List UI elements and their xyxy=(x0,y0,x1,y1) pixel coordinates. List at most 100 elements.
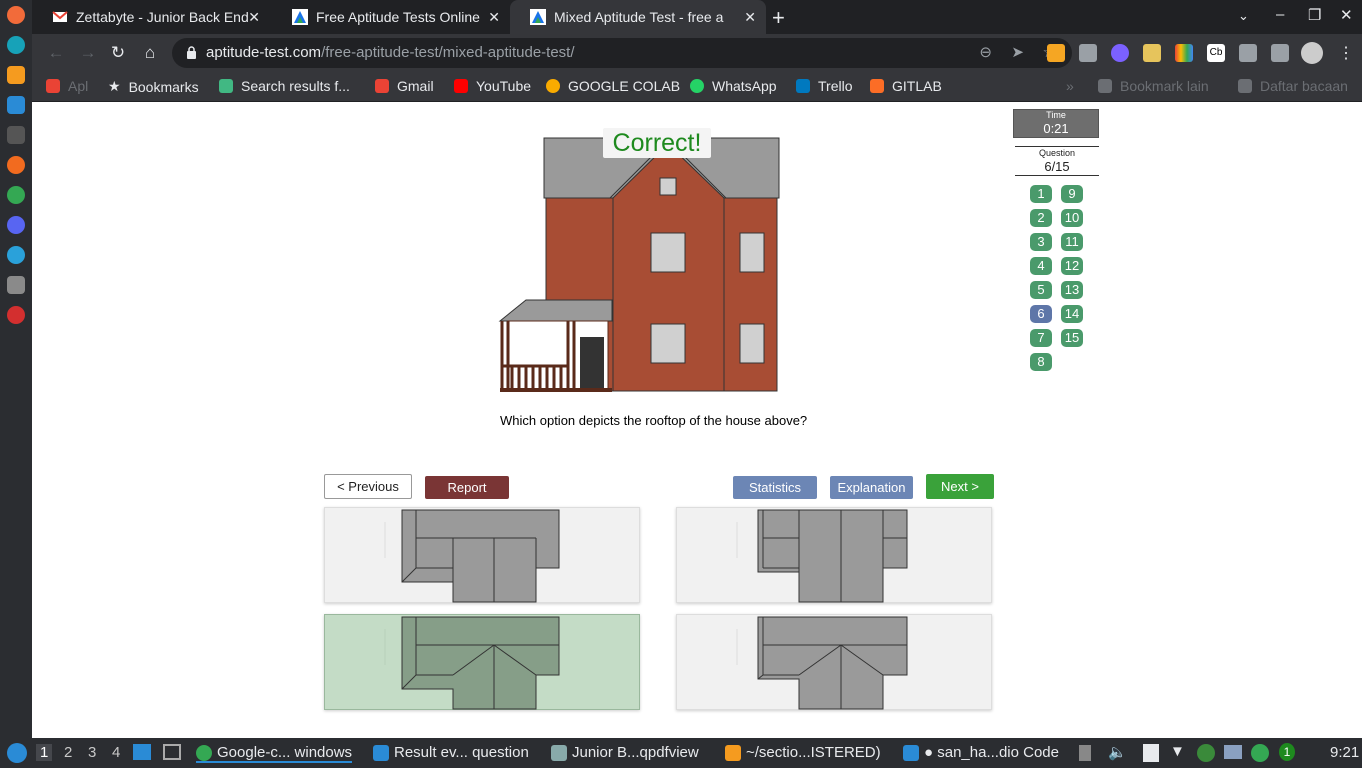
other-bookmarks[interactable]: Bookmark lain xyxy=(1098,78,1209,94)
chrome-icon[interactable] xyxy=(7,186,25,204)
statistics-button[interactable]: Statistics xyxy=(733,476,817,499)
home-icon[interactable]: ⌂ xyxy=(140,43,160,63)
workspace-2[interactable]: 2 xyxy=(64,744,72,761)
close-icon[interactable]: ✕ xyxy=(488,9,500,26)
reading-list[interactable]: Daftar bacaan xyxy=(1238,78,1348,94)
bookmark-gitlab[interactable]: GITLAB xyxy=(870,78,942,94)
reload-icon[interactable]: ↻ xyxy=(108,43,128,63)
question-nav-2[interactable]: 2 xyxy=(1030,209,1052,227)
pencil-app-icon[interactable] xyxy=(7,6,25,24)
feedback-correct: Correct! xyxy=(603,128,711,158)
forward-icon[interactable]: → xyxy=(78,43,98,63)
vpn-icon[interactable] xyxy=(1197,744,1215,762)
puzzle-icon[interactable] xyxy=(1239,44,1257,62)
back-icon[interactable]: ← xyxy=(46,43,66,63)
bookmark-whatsapp[interactable]: WhatsApp xyxy=(690,78,777,94)
update-badge[interactable]: 1 xyxy=(1279,743,1295,761)
taskbar-item-sublime[interactable]: ~/sectio...ISTERED) xyxy=(725,744,881,761)
send-icon[interactable]: ➤ xyxy=(1011,38,1024,68)
next-button[interactable]: Next > xyxy=(926,474,994,499)
close-window-icon[interactable]: ✕ xyxy=(1340,6,1353,24)
discord-icon[interactable] xyxy=(7,216,25,234)
workspace-3[interactable]: 3 xyxy=(88,744,96,761)
taskbar-item-vscode[interactable]: ● san_ha...dio Code xyxy=(903,744,1059,761)
cb-extension-icon[interactable]: Cb xyxy=(1207,44,1225,62)
bookmark-gmail[interactable]: Gmail xyxy=(375,78,434,94)
workspace-1[interactable]: 1 xyxy=(36,744,53,761)
profile-avatar[interactable] xyxy=(1301,42,1323,64)
bookmark-colab[interactable]: GOOGLE COLAB xyxy=(546,78,680,94)
archive-icon[interactable] xyxy=(7,276,25,294)
question-nav-5[interactable]: 5 xyxy=(1030,281,1052,299)
folder-icon xyxy=(1098,79,1112,93)
chrome-tray-icon[interactable] xyxy=(1251,744,1269,762)
question-nav-6[interactable]: 6 xyxy=(1030,305,1052,323)
wifi-icon[interactable]: ▼ xyxy=(1170,743,1185,760)
new-tab-button[interactable]: + xyxy=(772,5,785,31)
question-nav-12[interactable]: 12 xyxy=(1061,257,1083,275)
vscode-icon[interactable] xyxy=(7,96,25,114)
notes-icon[interactable] xyxy=(1143,744,1159,762)
minimize-icon[interactable]: – xyxy=(1276,6,1284,23)
arduino-icon[interactable] xyxy=(7,36,25,54)
tab-zettabyte[interactable]: Zettabyte - Junior Back End ✕ xyxy=(32,0,270,34)
gitlab-icon xyxy=(870,79,884,93)
question-nav-10[interactable]: 10 xyxy=(1061,209,1083,227)
bookmark-trello[interactable]: Trello xyxy=(796,78,853,94)
question-nav-14[interactable]: 14 xyxy=(1061,305,1083,323)
report-button[interactable]: Report xyxy=(425,476,509,499)
answer-option-3-selected[interactable] xyxy=(324,614,640,710)
explanation-button[interactable]: Explanation xyxy=(830,476,913,499)
terminal-icon[interactable] xyxy=(7,126,25,144)
taskbar-item-chrome[interactable]: Google-c... windows xyxy=(196,744,353,763)
gmail-icon xyxy=(375,79,389,93)
taskbar-item-files[interactable]: Result ev... question xyxy=(373,744,529,761)
menu-icon[interactable]: ⋮ xyxy=(1338,43,1354,63)
bookmarks-overflow[interactable]: » xyxy=(1066,78,1074,94)
bookmark-search-results[interactable]: Search results f... xyxy=(219,78,350,94)
power-icon[interactable] xyxy=(7,306,25,324)
question-nav-3[interactable]: 3 xyxy=(1030,233,1052,251)
address-bar[interactable]: aptitude-test.com/free-aptitude-test/mix… xyxy=(172,38,1072,68)
question-nav-4[interactable]: 4 xyxy=(1030,257,1052,275)
extension-icon[interactable] xyxy=(1047,44,1065,62)
question-nav-13[interactable]: 13 xyxy=(1061,281,1083,299)
previous-button[interactable]: < Previous xyxy=(324,474,412,499)
bookmark-bookmarks[interactable]: ★ Bookmarks xyxy=(108,78,199,95)
terminal-icon[interactable] xyxy=(163,744,181,760)
image-extension-icon[interactable] xyxy=(1143,44,1161,62)
clipboard-icon[interactable] xyxy=(1079,745,1091,761)
maximize-icon[interactable]: ❐ xyxy=(1308,6,1321,24)
telegram-icon[interactable] xyxy=(7,246,25,264)
sublime-text-icon[interactable] xyxy=(7,66,25,84)
question-nav-9[interactable]: 9 xyxy=(1061,185,1083,203)
question-nav-15[interactable]: 15 xyxy=(1061,329,1083,347)
volume-icon[interactable]: 🔈 xyxy=(1108,743,1127,761)
display-icon[interactable] xyxy=(1224,745,1242,759)
show-desktop-icon[interactable] xyxy=(133,744,151,760)
question-nav-1[interactable]: 1 xyxy=(1030,185,1052,203)
camera-icon[interactable] xyxy=(1079,44,1097,62)
bookmark-apps[interactable]: Apl xyxy=(46,78,88,94)
question-nav-8[interactable]: 8 xyxy=(1030,353,1052,371)
taskbar-item-qpdfview[interactable]: Junior B...qpdfview xyxy=(551,744,699,761)
workspace-4[interactable]: 4 xyxy=(112,744,120,761)
close-icon[interactable]: ✕ xyxy=(744,9,756,26)
answer-option-1[interactable] xyxy=(324,507,640,603)
answer-option-4[interactable] xyxy=(676,614,992,710)
zoom-icon[interactable]: ⊖ xyxy=(979,38,992,68)
close-icon[interactable]: ✕ xyxy=(248,9,260,26)
tab-free-aptitude[interactable]: Free Aptitude Tests Online ✕ xyxy=(272,0,510,34)
tab-mixed-aptitude[interactable]: Mixed Aptitude Test - free a ✕ xyxy=(510,0,766,34)
bookmark-youtube[interactable]: YouTube xyxy=(454,78,531,94)
color-picker-icon[interactable] xyxy=(1111,44,1129,62)
question-nav-7[interactable]: 7 xyxy=(1030,329,1052,347)
media-icon[interactable] xyxy=(1271,44,1289,62)
tab-search-icon[interactable]: ⌄ xyxy=(1238,8,1249,24)
question-nav-11[interactable]: 11 xyxy=(1061,233,1083,251)
window xyxy=(650,323,686,364)
answer-option-2[interactable] xyxy=(676,507,992,603)
start-menu-icon[interactable] xyxy=(7,743,27,763)
palette-icon[interactable] xyxy=(1175,44,1193,62)
firefox-icon[interactable] xyxy=(7,156,25,174)
